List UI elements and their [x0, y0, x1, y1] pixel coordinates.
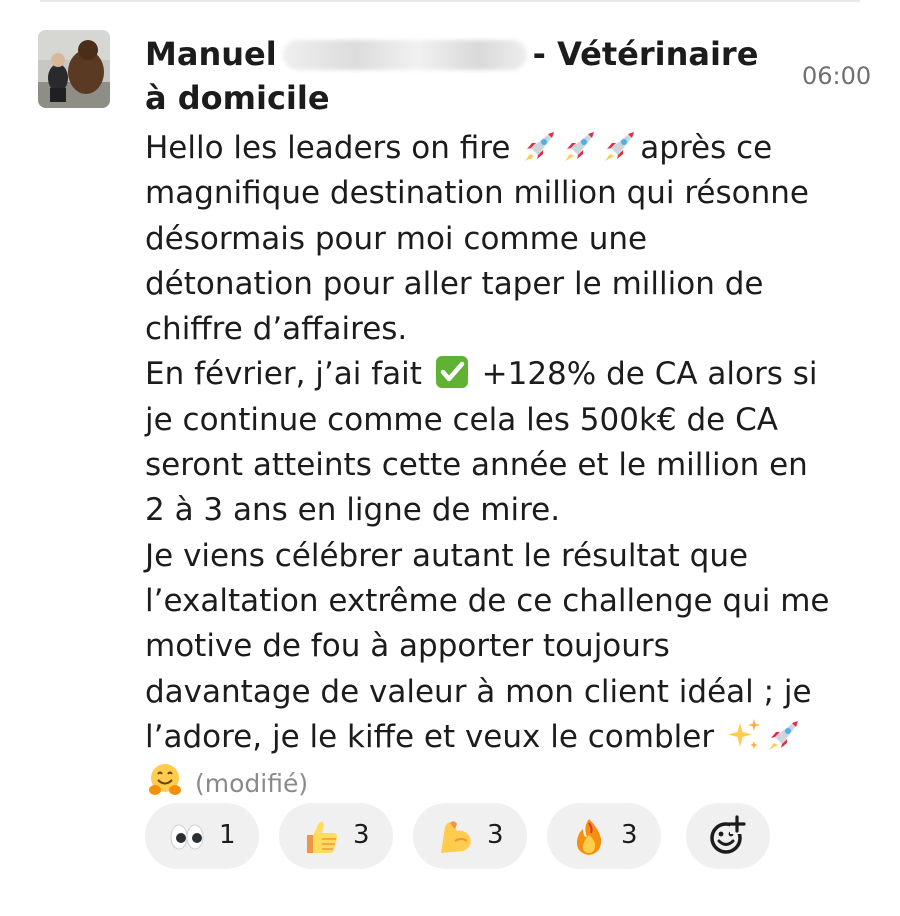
reaction-count: 1 — [219, 820, 236, 850]
timestamp[interactable]: 06:00 — [802, 62, 871, 90]
hugging-face-icon — [149, 764, 181, 796]
message-line: chiffre d’affaires. — [145, 311, 408, 348]
reactions-bar: 1 3 3 3 — [145, 803, 875, 873]
rocket-icon — [525, 132, 555, 161]
rocket-icon — [605, 132, 635, 161]
add-reaction-icon — [710, 815, 746, 854]
sender-name[interactable]: Manuel - Vétérinaire à domicile — [145, 32, 775, 120]
message-body: Manuel - Vétérinaire à domicile 06:00 Hel… — [145, 32, 871, 806]
fire-emoji-icon — [576, 819, 602, 855]
message-line: l’exaltation extrême de ce challenge qui… — [145, 582, 830, 619]
message-line: (modifié) — [145, 760, 860, 806]
message-line: désormais pour moi comme une — [145, 220, 648, 257]
message-line: seront atteints cette année et le millio… — [145, 447, 808, 484]
avatar[interactable] — [38, 30, 110, 108]
message-line: Je viens célébrer autant le résultat que — [145, 537, 749, 574]
message-line: Hello les leaders on fire après ce — [145, 130, 773, 166]
rocket-icon — [768, 720, 798, 750]
reaction-flexed-biceps[interactable]: 3 — [413, 803, 527, 869]
flexed-biceps-emoji-icon — [441, 821, 471, 853]
avatar-photo — [38, 30, 110, 108]
edited-label: (modifié) — [195, 769, 309, 799]
reaction-count: 3 — [353, 820, 370, 850]
message-line: davantage de valeur à mon client idéal ;… — [145, 673, 812, 710]
message-header: Manuel - Vétérinaire à domicile 06:00 — [145, 32, 871, 122]
sparkles-icon — [727, 718, 760, 749]
message-line: 2 à 3 ans en ligne de mire. — [145, 492, 561, 529]
message-line: En février, j’ai fait +128% de CA alors … — [145, 356, 818, 393]
rocket-icon — [565, 132, 595, 161]
redacted-surname — [282, 40, 527, 70]
reaction-eyes[interactable]: 1 — [145, 803, 259, 869]
sender-first-name: Manuel — [145, 35, 277, 73]
eyes-emoji-icon — [170, 824, 204, 850]
reaction-count: 3 — [487, 820, 504, 850]
message-line: motive de fou à apporter toujours — [145, 628, 670, 665]
reaction-fire[interactable]: 3 — [547, 803, 661, 869]
message-line: je continue comme cela les 500k€ de CA — [145, 401, 778, 438]
message-line: magnifique destination million qui réson… — [145, 175, 809, 212]
thumbs-up-emoji-icon — [307, 821, 338, 853]
message-text: Hello les leaders on fire après ce magni… — [145, 126, 860, 806]
top-divider — [40, 0, 860, 2]
add-reaction-button[interactable] — [686, 803, 770, 869]
check-mark-button-icon — [435, 356, 468, 389]
reaction-count: 3 — [621, 820, 638, 850]
message-line: l’adore, je le kiffe et veux le combler — [145, 715, 860, 760]
reaction-thumbs-up[interactable]: 3 — [279, 803, 393, 869]
message-line: détonation pour aller taper le million d… — [145, 265, 764, 302]
